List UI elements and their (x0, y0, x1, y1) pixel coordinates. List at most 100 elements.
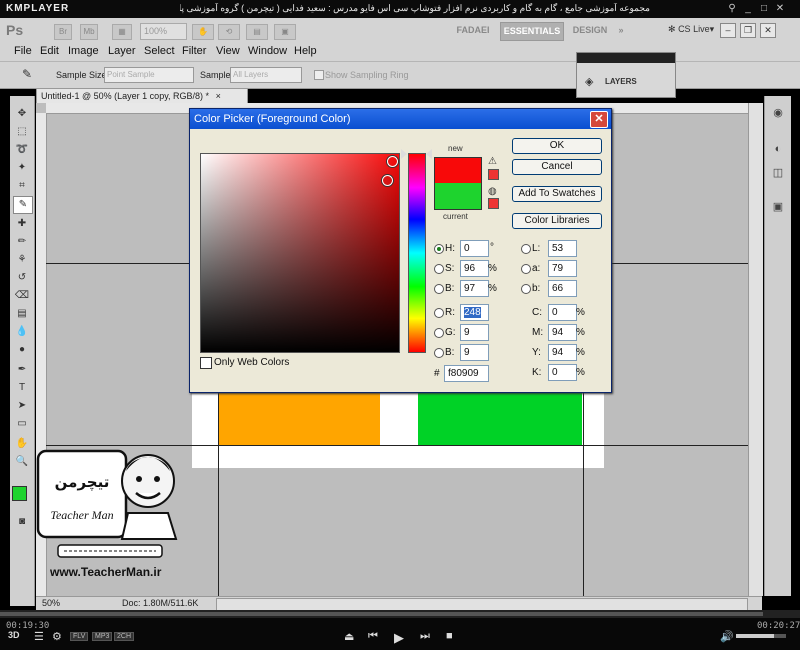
blue-input[interactable]: 9 (460, 344, 489, 361)
color-libraries-button[interactable]: Color Libraries (512, 213, 602, 229)
mini-bridge-panel-icon[interactable]: ▣ (769, 198, 787, 216)
current-color-swatch[interactable] (434, 183, 482, 210)
arrange-docs-button[interactable]: ▤ (246, 24, 268, 40)
doc-size-status[interactable]: Doc: 1.80M/511.6K (122, 598, 198, 608)
menu-help[interactable]: Help (294, 45, 317, 57)
brightness-radio[interactable] (434, 284, 444, 294)
layers-panel-header[interactable] (577, 53, 675, 63)
cyan-input[interactable]: 0 (548, 304, 577, 321)
workspace-more-icon[interactable]: » (614, 22, 628, 39)
teacherman-url[interactable]: www.TeacherMan.ir (50, 565, 161, 579)
vertical-scrollbar[interactable] (748, 103, 763, 596)
ok-button[interactable]: OK (512, 138, 602, 154)
lab-a-radio[interactable] (521, 264, 531, 274)
next-icon[interactable]: ⏭ (420, 630, 430, 643)
web-safe-swatch[interactable] (488, 198, 499, 209)
gamut-warning-swatch[interactable] (488, 169, 499, 180)
sample-select[interactable]: All Layers (230, 67, 302, 83)
player-close-icon[interactable]: ✕ (774, 3, 786, 15)
masks-panel-icon[interactable]: ◫ (769, 164, 787, 182)
path-select-tool-icon[interactable]: ➤ (13, 398, 31, 414)
hue-slider-left-arrow[interactable] (401, 149, 407, 159)
seek-bar[interactable] (0, 610, 800, 618)
tab-close-icon[interactable]: × (216, 91, 221, 101)
menu-window[interactable]: Window (248, 45, 287, 57)
dialog-close-icon[interactable]: ✕ (590, 111, 608, 128)
maximize-icon[interactable]: □ (758, 3, 770, 15)
move-tool-icon[interactable]: ✥ (13, 106, 31, 122)
hue-slider[interactable] (408, 153, 426, 353)
red-input[interactable]: 248 (460, 304, 489, 321)
gamut-warning-icon[interactable]: ⚠ (488, 156, 497, 167)
hue-input[interactable]: 0 (460, 240, 489, 257)
foreground-color-swatch[interactable] (12, 486, 27, 501)
web-safe-warning-icon[interactable]: ◍ (488, 186, 497, 197)
color-field-marker[interactable] (387, 156, 398, 167)
workspace-design[interactable]: DESIGN (568, 22, 612, 39)
stamp-tool-icon[interactable]: ⚘ (13, 252, 31, 268)
magenta-input[interactable]: 94 (548, 324, 577, 341)
volume-slider[interactable] (736, 634, 786, 638)
hand-tool-button[interactable]: ✋ (192, 24, 214, 40)
pin-icon[interactable]: ⚲ (726, 3, 738, 15)
eyedropper-icon[interactable]: ✎ (22, 67, 32, 81)
black-input[interactable]: 0 (548, 364, 577, 381)
shape-tool-icon[interactable]: ▭ (13, 416, 31, 432)
mini-bridge-button[interactable]: Mb (80, 24, 98, 40)
add-to-swatches-button[interactable]: Add To Swatches (512, 186, 602, 202)
hue-radio[interactable] (434, 244, 444, 254)
blue-radio[interactable] (434, 348, 444, 358)
green-input[interactable]: 9 (460, 324, 489, 341)
bridge-button[interactable]: Br (54, 24, 72, 40)
green-radio[interactable] (434, 328, 444, 338)
document-tab[interactable]: Untitled-1 @ 50% (Layer 1 copy, RGB/8) *… (36, 88, 248, 104)
saturation-input[interactable]: 96 (460, 260, 489, 277)
workspace-fadaei[interactable]: FADAEI (450, 22, 496, 39)
gear-icon[interactable]: ⚙ (52, 630, 62, 643)
lasso-tool-icon[interactable]: ➰ (13, 142, 31, 158)
menu-filter[interactable]: Filter (182, 45, 206, 57)
color-field[interactable] (200, 153, 400, 353)
workspace-essentials[interactable]: ESSENTIALS (500, 22, 564, 41)
zoom-tool-icon[interactable]: 🔍 (13, 454, 31, 470)
brightness-input[interactable]: 97 (460, 280, 489, 297)
eyedropper-tool-icon[interactable]: ✎ (13, 196, 33, 214)
history-brush-tool-icon[interactable]: ↺ (13, 270, 31, 286)
zoom-status[interactable]: 50% (42, 598, 60, 608)
color-panel-icon[interactable]: ◉ (769, 104, 787, 122)
previous-icon[interactable]: ⏮ (368, 630, 378, 643)
healing-tool-icon[interactable]: ✚ (13, 216, 31, 232)
volume-icon[interactable]: 🔊 (720, 630, 734, 643)
lab-b-input[interactable]: 66 (548, 280, 577, 297)
marquee-tool-icon[interactable]: ⬚ (13, 124, 31, 140)
lab-a-input[interactable]: 79 (548, 260, 577, 277)
settings-icon[interactable]: ☰ (34, 630, 44, 643)
ps-close-icon[interactable]: ✕ (760, 23, 776, 38)
minimize-icon[interactable]: _ (742, 3, 754, 15)
hue-slider-right-arrow[interactable] (426, 149, 432, 159)
menu-view[interactable]: View (216, 45, 240, 57)
screen-mode-button[interactable]: ▣ (274, 24, 296, 40)
gradient-tool-icon[interactable]: ▤ (13, 306, 31, 322)
sampling-ring-checkbox[interactable] (314, 70, 324, 80)
ps-minimize-icon[interactable]: – (720, 23, 736, 38)
menu-edit[interactable]: Edit (40, 45, 59, 57)
quick-select-tool-icon[interactable]: ✦ (13, 160, 31, 176)
eraser-tool-icon[interactable]: ⌫ (13, 288, 31, 304)
lab-b-radio[interactable] (521, 284, 531, 294)
cancel-button[interactable]: Cancel (512, 159, 602, 175)
stop-icon[interactable]: ■ (446, 630, 453, 642)
saturation-radio[interactable] (434, 264, 444, 274)
view-extras-button[interactable]: ▦ (112, 24, 132, 40)
blur-tool-icon[interactable]: 💧 (13, 324, 31, 340)
quick-mask-icon[interactable]: ◙ (14, 516, 30, 528)
lab-l-input[interactable]: 53 (548, 240, 577, 257)
pen-tool-icon[interactable]: ✒ (13, 362, 31, 378)
cs-live-menu[interactable]: ✻ CS Live▾ (668, 24, 714, 35)
menu-file[interactable]: File (14, 45, 32, 57)
brush-tool-icon[interactable]: ✏ (13, 234, 31, 250)
red-radio[interactable] (434, 308, 444, 318)
dodge-tool-icon[interactable]: ● (13, 342, 31, 358)
eject-icon[interactable]: ⏏ (344, 630, 354, 643)
play-icon[interactable]: ▶ (394, 630, 404, 646)
